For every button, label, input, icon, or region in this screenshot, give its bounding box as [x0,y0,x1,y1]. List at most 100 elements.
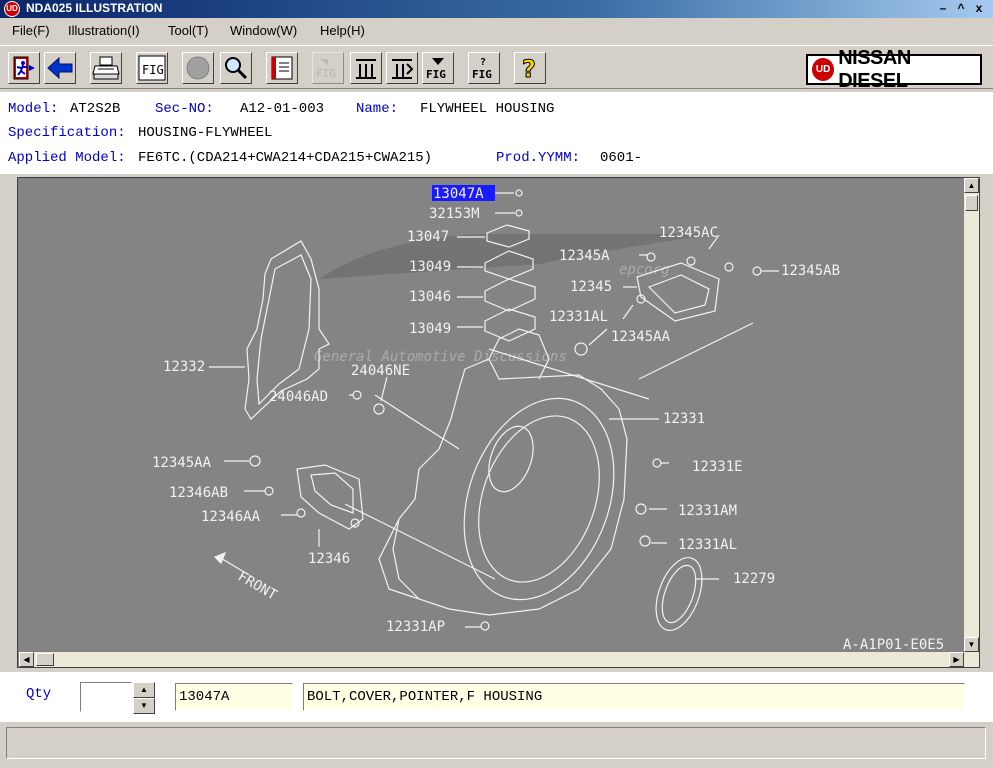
callout-12345[interactable]: 12345 [570,279,612,295]
scroll-left-icon[interactable]: ◀ [19,652,34,667]
toolbar: FIG FIG FIG ? FIG ? UD NISSAN DIESEL [0,45,993,92]
figure-search-button[interactable]: ? FIG [468,52,500,84]
scroll-down-icon[interactable]: ▼ [964,637,979,652]
callout-13047[interactable]: 13047 [407,229,449,245]
part-description-field[interactable]: BOLT,COVER,POINTER,F HOUSING [303,683,965,711]
callout-13049[interactable]: 13049 [409,259,451,275]
menu-file[interactable]: File(F) [12,23,50,38]
menu-tool[interactable]: Tool(T) [168,23,208,38]
figure-button[interactable]: FIG [136,52,168,84]
callout-12345AC[interactable]: 12345AC [659,225,718,241]
callout-12279[interactable]: 12279 [733,571,775,587]
help-icon: ? [522,55,537,81]
callout-12346[interactable]: 12346 [308,551,350,567]
callout-12331AM[interactable]: 12331AM [678,503,737,519]
vertical-scroll-thumb[interactable] [965,195,978,211]
callout-24046NE[interactable]: 24046NE [351,363,410,379]
part-number-field[interactable]: 13047A [175,683,293,711]
illustration-panel: epcorg General Automotive Discussions 13… [17,177,980,668]
help-button[interactable]: ? [514,52,546,84]
callout-12345AA[interactable]: 12345AA [611,329,671,345]
callout-32153M[interactable]: 32153M [429,206,480,222]
magnifier-icon [225,57,248,80]
svg-text:FIG: FIG [316,67,336,80]
svg-text:?: ? [480,57,486,68]
fig-search-icon: ? FIG [472,57,492,81]
qty-decrement-icon[interactable]: ▼ [133,698,155,714]
secno-label: Sec-NO: [155,101,214,117]
ud-logo-icon: UD [812,58,835,81]
brand-name: NISSAN DIESEL [838,46,911,92]
figure-list-button[interactable]: FIG [422,52,454,84]
part-detail-panel: Qty ▲ ▼ 13047A BOLT,COVER,POINTER,F HOUS… [0,672,993,722]
callout-13047A[interactable]: 13047A [433,186,484,202]
spec-value: HOUSING-FLYWHEEL [138,125,273,141]
name-label: Name: [356,101,399,117]
model-value: AT2S2B [70,101,121,117]
front-label: FRONT [235,569,280,604]
callout-12345AA-b[interactable]: 12345AA [152,455,212,471]
qty-label: Qty [26,686,52,702]
circle-icon [186,56,210,80]
figure-code: A-A1P01-E0E5 [843,637,944,651]
callout-12331AP[interactable]: 12331AP [386,619,445,635]
index-first-icon [356,59,376,79]
horizontal-scrollbar[interactable]: ◀ ▶ [19,652,979,667]
print-button[interactable] [90,52,122,84]
back-button[interactable] [44,52,76,84]
zoom-button[interactable] [220,52,252,84]
fig-list-icon: FIG [426,58,446,81]
callout-12331E[interactable]: 12331E [692,459,743,475]
callout-12331[interactable]: 12331 [663,411,705,427]
close-button[interactable]: x [970,0,988,17]
illustration-canvas[interactable]: epcorg General Automotive Discussions 13… [19,179,964,651]
svg-text:?: ? [522,55,536,81]
catalog-button[interactable] [266,52,298,84]
callout-12345A[interactable]: 12345A [559,248,610,264]
prev-figure-button[interactable]: FIG [312,52,344,84]
callout-12346AB[interactable]: 12346AB [169,485,228,501]
app-logo-icon: UD [4,1,20,17]
printer-icon [92,56,120,80]
minimize-button[interactable]: – [934,0,952,17]
scroll-up-icon[interactable]: ▲ [964,178,979,193]
svg-text:FIG: FIG [142,63,164,77]
restore-button[interactable]: ^ [952,0,970,17]
title-bar: UD NDA025 ILLUSTRATION – ^ x [0,0,993,18]
callout-13046[interactable]: 13046 [409,289,451,305]
menu-illustration[interactable]: Illustration(I) [68,23,140,38]
model-label: Model: [8,101,59,117]
callout-13049-b[interactable]: 13049 [409,321,451,337]
callout-12345AB[interactable]: 12345AB [781,263,840,279]
next-index-button[interactable] [386,52,418,84]
vertical-scrollbar[interactable]: ▲ ▼ [964,178,979,652]
status-bar [6,727,986,759]
exit-icon [13,56,35,80]
back-arrow-icon [47,56,73,80]
menu-help[interactable]: Help(H) [320,23,365,38]
watermark-site: epcorg [619,262,670,278]
callout-12346AA[interactable]: 12346AA [201,509,261,525]
scroll-right-icon[interactable]: ▶ [949,652,964,667]
callout-24046AD[interactable]: 24046AD [269,389,328,405]
horizontal-scroll-thumb[interactable] [36,653,54,666]
applied-model-label: Applied Model: [8,150,126,166]
exit-button[interactable] [8,52,40,84]
callout-12331AL-b[interactable]: 12331AL [678,537,737,553]
qty-increment-icon[interactable]: ▲ [133,682,155,698]
menu-window[interactable]: Window(W) [230,23,297,38]
stop-button[interactable] [182,52,214,84]
book-icon [271,56,293,80]
spec-label: Specification: [8,125,126,141]
callout-12331AL[interactable]: 12331AL [549,309,608,325]
qty-input[interactable] [80,682,132,712]
secno-value: A12-01-003 [240,101,325,117]
part-info-panel: Model: AT2S2B Sec-NO: A12-01-003 Name: F… [0,92,993,174]
window-title: NDA025 ILLUSTRATION [26,1,163,15]
prod-label: Prod.YYMM: [496,150,581,166]
exploded-diagram: epcorg General Automotive Discussions 13… [152,185,944,651]
index-next-icon [392,59,414,79]
fig-icon: FIG [138,55,166,81]
callout-12332[interactable]: 12332 [163,359,205,375]
first-index-button[interactable] [350,52,382,84]
